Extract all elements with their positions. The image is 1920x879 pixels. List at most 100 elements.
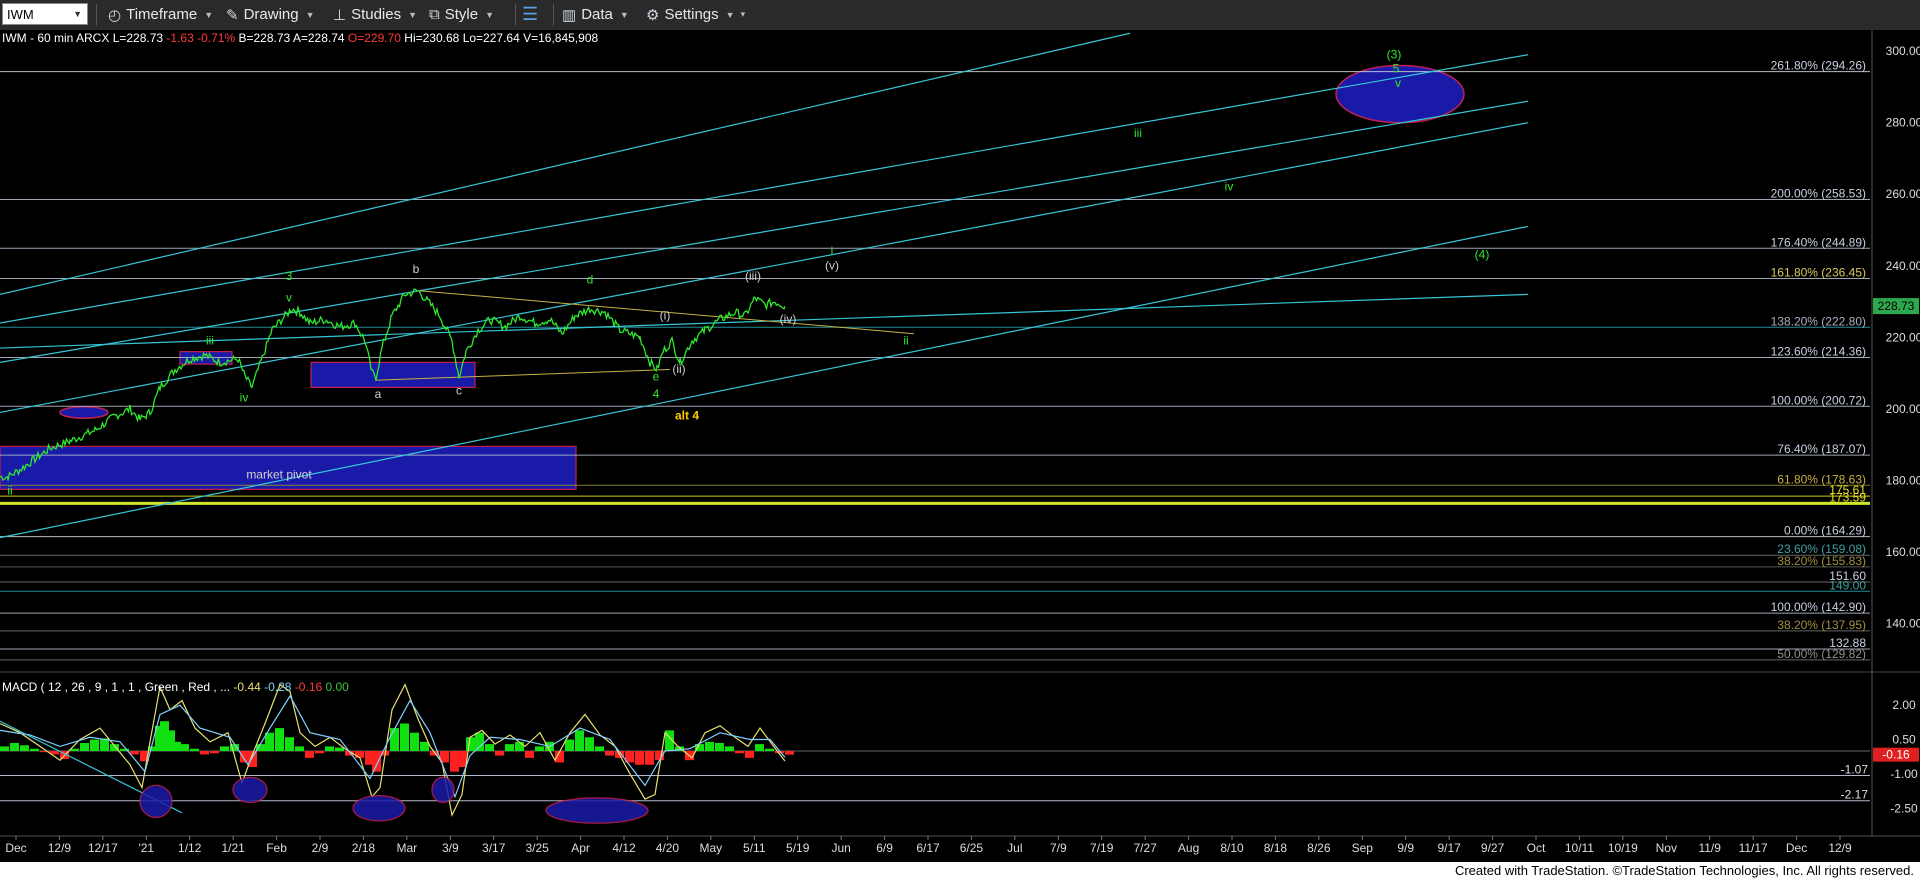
timeframe-button[interactable]: ◴ Timeframe ▼ <box>108 4 213 25</box>
price-tick-label: 300.00 <box>1886 44 1920 58</box>
macd-histogram-bar <box>200 751 209 755</box>
quote-field: Hi=230.68 <box>404 31 462 45</box>
data-button[interactable]: ▥ Data ▼ <box>562 4 629 25</box>
chart-title: IWM - 60 min ARCX <box>2 31 113 45</box>
macd-tick-label: -1.00 <box>1890 767 1918 781</box>
time-tick-label: Jul <box>1007 841 1022 855</box>
wave-label: v <box>1395 76 1401 90</box>
copyright-text: Created with TradeStation. ©TradeStation… <box>1454 863 1914 878</box>
wave-label: b <box>413 262 420 276</box>
macd-tick-label: -2.50 <box>1890 801 1918 815</box>
macd-histogram-bar <box>390 728 399 751</box>
time-tick-label: 8/18 <box>1264 841 1288 855</box>
macd-histogram-bar <box>505 744 514 751</box>
macd-field: -0.28 <box>264 680 295 694</box>
macd-histogram-bar <box>466 737 475 751</box>
time-tick-label: 3/9 <box>442 841 459 855</box>
macd-histogram-bar <box>172 741 181 751</box>
studies-label: Studies <box>351 6 402 23</box>
macd-header: MACD ( 12 , 26 , 9 , 1 , 1 , Green , Red… <box>2 680 349 694</box>
time-tick-label: 9/17 <box>1437 841 1461 855</box>
quote-field: A=228.74 <box>293 31 348 45</box>
time-tick-label: 10/11 <box>1565 841 1594 855</box>
drawing-button[interactable]: ✎ Drawing ▼ <box>226 4 315 25</box>
time-tick-label: May <box>700 841 723 855</box>
fib-level-label: 100.00% (142.90) <box>1771 600 1866 614</box>
time-tick-label: 9/27 <box>1481 841 1505 855</box>
fib-level-label: 138.20% (222.80) <box>1771 314 1866 328</box>
settings-label: Settings <box>664 6 719 23</box>
quote-field: Lo=227.64 <box>463 31 523 45</box>
chevron-down-icon: ▼ <box>485 9 494 20</box>
divergence-ellipse <box>139 784 173 819</box>
price-tick-label: 200.00 <box>1886 402 1920 416</box>
macd-histogram-bar <box>525 751 534 758</box>
layout-button[interactable]: ☰ <box>522 4 543 25</box>
fib-level-label: 100.00% (200.72) <box>1771 393 1866 407</box>
macd-histogram-bar <box>335 747 344 751</box>
wave-label: e <box>653 369 660 383</box>
macd-histogram-bar <box>565 739 574 751</box>
macd-histogram-bar <box>515 741 524 751</box>
time-tick-label: 4/12 <box>612 841 636 855</box>
time-tick-label: 3/25 <box>525 841 549 855</box>
macd-field: -0.44 <box>233 680 264 694</box>
quote-field: -1.63 <box>166 31 197 45</box>
time-tick-label: 5/19 <box>786 841 810 855</box>
fib-level-label: 161.80% (236.45) <box>1771 265 1866 279</box>
studies-icon: ⊥ <box>333 6 347 24</box>
macd-field: MACD ( 12 , 26 , 9 , 1 , 1 , Green , Red… <box>2 680 233 694</box>
macd-level-label: -1.07 <box>1841 763 1869 777</box>
macd-histogram-bar <box>30 748 39 751</box>
layout-icon: ☰ <box>522 4 539 24</box>
macd-histogram-bar <box>715 742 724 751</box>
chevron-down-icon: ▼ <box>305 9 315 20</box>
wave-label: iv <box>240 391 249 405</box>
symbol-dropdown-icon[interactable]: ▼ <box>73 9 82 19</box>
last-price-label: 228.73 <box>1878 299 1915 313</box>
drawing-label: Drawing <box>243 6 299 23</box>
macd-histogram-bar <box>20 745 29 751</box>
fib-level-label: 261.80% (294.26) <box>1771 59 1866 73</box>
wave-label: 4 <box>653 387 660 401</box>
macd-histogram-bar <box>410 732 419 751</box>
macd-histogram-bar <box>635 751 644 765</box>
time-tick-label: 4/20 <box>656 841 680 855</box>
macd-field: -0.16 <box>295 680 326 694</box>
price-tick-label: 160.00 <box>1886 545 1920 559</box>
style-button[interactable]: ⧉ Style ▼ <box>429 4 494 25</box>
time-tick-label: 7/9 <box>1050 841 1067 855</box>
style-icon: ⧉ <box>429 6 440 23</box>
fib-level-label: 76.40% (187.07) <box>1777 442 1866 456</box>
macd-histogram-bar <box>90 739 99 751</box>
fib-level-label: 50.00% (129.82) <box>1777 647 1866 661</box>
fib-level-label: 173.59 <box>1829 490 1866 504</box>
time-tick-label: 2/9 <box>312 841 329 855</box>
time-tick-label: 10/19 <box>1608 841 1638 855</box>
macd-histogram-bar <box>485 744 494 751</box>
price-tick-label: 140.00 <box>1886 616 1920 630</box>
macd-histogram-bar <box>315 751 324 754</box>
price-tick-label: 240.00 <box>1886 259 1920 273</box>
time-tick-label: 9/9 <box>1397 841 1414 855</box>
divergence-ellipse <box>232 776 268 804</box>
settings-button[interactable]: ⚙ Settings ▼ ▾ <box>646 4 745 25</box>
time-tick-label: 3/17 <box>482 841 506 855</box>
symbol-input[interactable]: IWM ▼ <box>2 3 88 25</box>
chevron-down-icon: ▼ <box>725 9 735 20</box>
macd-histogram-bar <box>240 751 249 763</box>
price-tick-label: 220.00 <box>1886 330 1920 344</box>
clock-icon: ◴ <box>108 6 122 24</box>
chart-canvas[interactable]: 261.80% (294.26) 200.00% (258.53) 176.40% … <box>0 30 1920 862</box>
studies-button[interactable]: ⊥ Studies ▼ <box>333 4 417 25</box>
wave-label: d <box>587 273 594 287</box>
wave-label: a <box>375 387 382 401</box>
macd-histogram-bar <box>705 741 714 751</box>
wave-label: i <box>831 244 834 258</box>
time-tick-label: 1/21 <box>221 841 245 855</box>
macd-histogram-bar <box>495 751 504 756</box>
macd-histogram-bar <box>575 730 584 751</box>
macd-histogram-bar <box>725 746 734 751</box>
time-tick-label: Apr <box>571 841 590 855</box>
macd-histogram-bar <box>190 748 199 751</box>
